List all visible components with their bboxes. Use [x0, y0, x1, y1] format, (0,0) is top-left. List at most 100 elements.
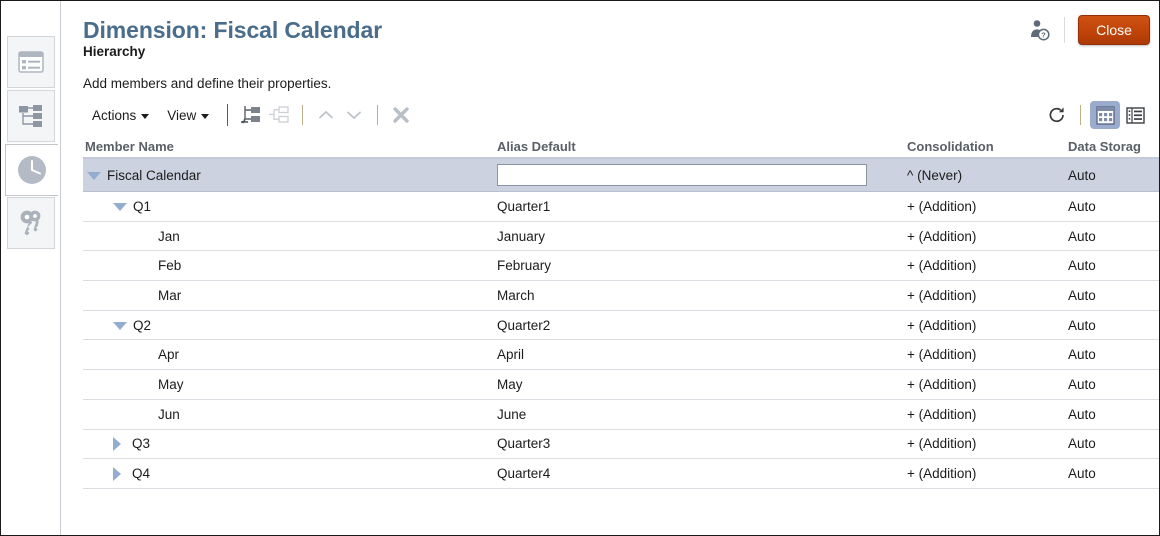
cell-consolidation[interactable]: + (Addition) — [907, 222, 976, 251]
cell-alias-default[interactable]: March — [497, 281, 535, 310]
alias-default-input[interactable] — [497, 164, 867, 186]
cell-consolidation[interactable]: + (Addition) — [907, 311, 976, 340]
cell-alias-default[interactable]: April — [497, 340, 524, 369]
twisty-spacer — [139, 230, 152, 243]
keys-icon — [16, 208, 46, 238]
move-up-button[interactable] — [312, 102, 340, 128]
chevron-down-icon — [201, 114, 209, 119]
table-row[interactable]: Q2 Quarter2 + (Addition) Auto — [83, 311, 1160, 341]
cell-member-name: Apr — [83, 340, 179, 369]
move-up-icon — [318, 108, 334, 122]
table-row[interactable]: Fiscal Calendar ^ (Never) Auto — [83, 159, 1160, 192]
cell-alias-default[interactable]: June — [497, 400, 526, 429]
add-sibling-member-icon — [268, 105, 290, 125]
cell-data-storage[interactable]: Auto — [1068, 281, 1096, 310]
add-child-member-icon — [240, 105, 262, 125]
member-name-label: Q2 — [133, 318, 151, 333]
toolbar-divider — [302, 105, 303, 125]
cell-data-storage[interactable]: Auto — [1068, 430, 1096, 459]
cell-alias-default[interactable]: Quarter4 — [497, 459, 550, 488]
cell-consolidation[interactable]: + (Addition) — [907, 251, 976, 280]
move-down-button[interactable] — [340, 102, 368, 128]
cell-data-storage[interactable]: Auto — [1068, 159, 1096, 191]
cell-member-name: Q4 — [83, 459, 150, 488]
column-header-member-name[interactable]: Member Name — [85, 139, 174, 154]
cell-data-storage[interactable]: Auto — [1068, 192, 1096, 221]
expand-triangle-icon[interactable] — [113, 467, 126, 481]
detail-view-button[interactable] — [1120, 101, 1150, 129]
sidebar-item-history[interactable] — [5, 144, 58, 196]
table-row[interactable]: Apr April + (Addition) Auto — [83, 340, 1160, 370]
column-header-consolidation[interactable]: Consolidation — [907, 139, 994, 154]
collapse-triangle-icon[interactable] — [113, 203, 127, 211]
cell-alias-default[interactable]: May — [497, 370, 523, 399]
sidebar-item-dimension-list[interactable] — [7, 36, 55, 88]
table-toolbar: Actions View — [83, 100, 1150, 130]
cell-member-name: Q2 — [83, 311, 151, 340]
hierarchy-icon — [17, 104, 45, 128]
user-help-icon[interactable]: ? — [1028, 19, 1060, 41]
cell-alias-default[interactable]: Quarter3 — [497, 430, 550, 459]
member-name-label: May — [158, 377, 184, 392]
cell-alias-default[interactable]: January — [497, 222, 545, 251]
sidebar-item-permissions[interactable] — [7, 197, 55, 249]
member-name-label: Q4 — [132, 466, 150, 481]
cell-consolidation[interactable]: + (Addition) — [907, 459, 976, 488]
add-child-member-button[interactable] — [237, 102, 265, 128]
cell-data-storage[interactable]: Auto — [1068, 370, 1096, 399]
member-name-label: Q3 — [132, 436, 150, 451]
member-name-label: Jun — [158, 407, 180, 422]
view-menu[interactable]: View — [158, 105, 218, 126]
cell-data-storage[interactable]: Auto — [1068, 311, 1096, 340]
cell-data-storage[interactable]: Auto — [1068, 340, 1096, 369]
cell-consolidation[interactable]: ^ (Never) — [907, 159, 962, 191]
add-sibling-member-button[interactable] — [265, 102, 293, 128]
cell-member-name: Mar — [83, 281, 181, 310]
delete-member-button[interactable] — [387, 102, 415, 128]
cell-consolidation[interactable]: + (Addition) — [907, 192, 976, 221]
header-divider — [1064, 17, 1065, 43]
close-button[interactable]: Close — [1078, 15, 1150, 45]
column-header-data-storage[interactable]: Data Storag — [1068, 139, 1141, 154]
cell-alias-default[interactable]: Quarter2 — [497, 311, 550, 340]
expand-triangle-icon[interactable] — [113, 437, 126, 451]
clock-icon — [16, 154, 48, 186]
cell-consolidation[interactable]: + (Addition) — [907, 370, 976, 399]
list-icon — [18, 51, 44, 73]
cell-alias-default[interactable]: Quarter1 — [497, 192, 550, 221]
table-row[interactable]: FebFebruary+ (Addition)Auto — [83, 251, 1160, 281]
cell-member-name: Jun — [83, 400, 180, 429]
table-row[interactable]: May May + (Addition) Auto — [83, 370, 1160, 400]
cell-data-storage[interactable]: Auto — [1068, 251, 1096, 280]
collapse-triangle-icon[interactable] — [113, 322, 127, 330]
table-row[interactable]: Q4 Quarter4 + (Addition) Auto — [83, 459, 1160, 489]
cell-alias-default[interactable]: February — [497, 251, 551, 280]
cell-consolidation[interactable]: + (Addition) — [907, 400, 976, 429]
actions-menu[interactable]: Actions — [83, 105, 158, 126]
cell-member-name: Fiscal Calendar — [83, 159, 201, 191]
twisty-spacer — [139, 289, 152, 302]
cell-data-storage[interactable]: Auto — [1068, 222, 1096, 251]
table-row[interactable]: Q3 Quarter3 + (Addition) Auto — [83, 430, 1160, 460]
cell-data-storage[interactable]: Auto — [1068, 400, 1096, 429]
cell-consolidation[interactable]: + (Addition) — [907, 281, 976, 310]
cell-data-storage[interactable]: Auto — [1068, 459, 1096, 488]
column-header-alias-default[interactable]: Alias Default — [497, 139, 576, 154]
dimension-editor-window: Dimension: Fiscal Calendar Hierarchy Add… — [0, 0, 1160, 536]
actions-menu-label: Actions — [92, 108, 136, 123]
collapse-triangle-icon[interactable] — [87, 172, 101, 180]
content-panel: Dimension: Fiscal Calendar Hierarchy Add… — [62, 1, 1160, 536]
table-row[interactable]: JanJanuary+ (Addition)Auto — [83, 222, 1160, 252]
table-row[interactable]: Jun June + (Addition) Auto — [83, 400, 1160, 430]
refresh-button[interactable] — [1043, 102, 1071, 128]
view-menu-label: View — [167, 108, 196, 123]
page-instruction: Add members and define their properties. — [83, 76, 331, 91]
cell-consolidation[interactable]: + (Addition) — [907, 430, 976, 459]
grid-view-button[interactable] — [1090, 101, 1120, 129]
table-row[interactable]: Q1Quarter1+ (Addition)Auto — [83, 192, 1160, 222]
table-row[interactable]: Mar March + (Addition) Auto — [83, 281, 1160, 311]
cell-consolidation[interactable]: + (Addition) — [907, 340, 976, 369]
delete-member-icon — [392, 106, 410, 124]
sidebar-item-hierarchy[interactable] — [7, 90, 55, 142]
member-name-label: Apr — [158, 347, 179, 362]
